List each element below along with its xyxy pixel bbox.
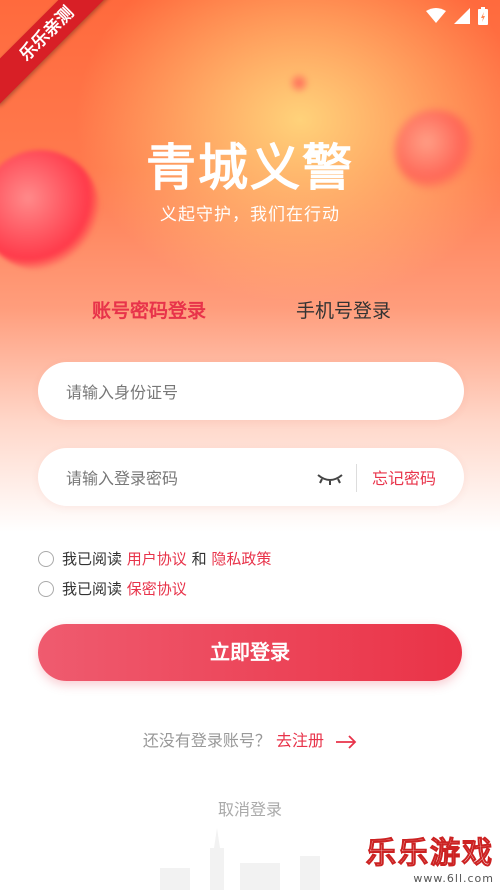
agreement-2-prefix: 我已阅读 bbox=[62, 580, 123, 598]
field-divider bbox=[356, 464, 357, 492]
register-link-label[interactable]: 去注册 bbox=[276, 731, 324, 750]
app-slogan: 义起守护，我们在行动 bbox=[160, 205, 340, 225]
password-field-container: 忘记密码 bbox=[38, 448, 464, 508]
agreement-2-checkbox[interactable] bbox=[38, 580, 54, 597]
login-button[interactable]: 立即登录 bbox=[38, 624, 462, 681]
watermark-sub: www.6ll.com bbox=[413, 872, 494, 885]
tab-account-password[interactable]: 账号密码登录 bbox=[92, 296, 206, 323]
tab-phone-login[interactable]: 手机号登录 bbox=[296, 296, 391, 323]
heart-decoration-small bbox=[288, 72, 310, 94]
app-logo: 青城义警 bbox=[146, 139, 354, 197]
forgot-password-link[interactable]: 忘记密码 bbox=[372, 465, 436, 489]
agreement-1-joiner: 和 bbox=[191, 550, 207, 568]
id-number-input[interactable] bbox=[64, 362, 328, 422]
wifi-icon bbox=[426, 8, 446, 23]
battery-icon bbox=[478, 7, 488, 25]
signal-icon bbox=[454, 8, 470, 24]
register-link[interactable]: 去注册 bbox=[276, 731, 357, 750]
agreement-row-1: 我已阅读 用户协议 和 隐私政策 bbox=[38, 548, 271, 569]
watermark-main: 乐乐游戏 bbox=[366, 836, 494, 871]
confidentiality-agreement-link[interactable]: 保密协议 bbox=[127, 578, 187, 599]
eye-closed-icon[interactable] bbox=[316, 465, 344, 489]
agreement-1-checkbox[interactable] bbox=[38, 550, 54, 567]
register-prompt: 还没有登录账号？ 去注册 bbox=[0, 727, 500, 751]
arrow-right-icon[interactable] bbox=[335, 734, 357, 749]
status-bar bbox=[426, 6, 488, 26]
agreement-row-2: 我已阅读 保密协议 bbox=[38, 578, 187, 599]
password-input[interactable] bbox=[64, 448, 328, 508]
agreement-1-prefix: 我已阅读 bbox=[62, 550, 123, 568]
register-text: 还没有登录账号？ bbox=[142, 731, 271, 750]
privacy-policy-link[interactable]: 隐私政策 bbox=[211, 548, 271, 569]
user-agreement-link[interactable]: 用户协议 bbox=[127, 548, 187, 569]
city-silhouette bbox=[160, 828, 320, 890]
id-number-field-container bbox=[38, 362, 464, 422]
watermark: 乐乐游戏 www.6ll.com bbox=[366, 836, 494, 885]
cancel-login-link[interactable]: 取消登录 bbox=[0, 796, 500, 820]
